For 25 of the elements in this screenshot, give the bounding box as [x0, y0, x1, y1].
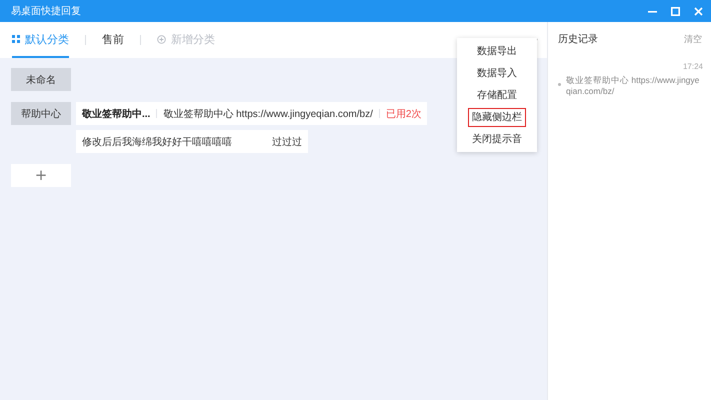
plus-circle-icon	[157, 34, 166, 44]
reply-content: 修改后后我海绵我好好干嘻嘻嘻嘻	[82, 136, 232, 148]
history-time: 17:24	[682, 62, 703, 71]
reply-title: 敬业签帮助中...	[82, 108, 150, 120]
group-button[interactable]: 帮助中心	[11, 102, 71, 125]
reply-card[interactable]: 修改后后我海绵我好好干嘻嘻嘻嘻 过过过	[76, 130, 308, 153]
panel-title: 历史记录	[558, 32, 598, 46]
window-title: 易桌面快捷回复	[11, 4, 82, 18]
add-group-button[interactable]: +	[11, 164, 71, 187]
maximize-icon[interactable]	[671, 6, 680, 16]
category-tab[interactable]: 售前	[102, 22, 124, 58]
reply-content: 过过过	[272, 136, 302, 148]
menu-item[interactable]: 数据导入	[469, 64, 525, 82]
history-entry[interactable]: 敬业签帮助中心 https://www.jingyeqian.com/bz/	[566, 75, 703, 97]
menu-item[interactable]: 关闭提示音	[468, 130, 526, 148]
bullet-icon	[558, 83, 561, 86]
reply-content: 敬业签帮助中心 https://www.jingyeqian.com/bz/	[163, 108, 373, 120]
menu-item[interactable]: 数据导出	[469, 42, 525, 60]
close-icon[interactable]	[694, 6, 703, 16]
menu-item[interactable]: 存储配置	[469, 86, 525, 104]
group-button[interactable]: 未命名	[11, 68, 71, 91]
menu-item[interactable]: 隐藏侧边栏	[468, 108, 526, 126]
usage-count: 已用2次	[386, 108, 422, 120]
grid-icon	[12, 35, 20, 43]
reply-card[interactable]: 敬业签帮助中... 敬业签帮助中心 https://www.jingyeqian.com/bz/ 已用2次	[76, 102, 428, 125]
